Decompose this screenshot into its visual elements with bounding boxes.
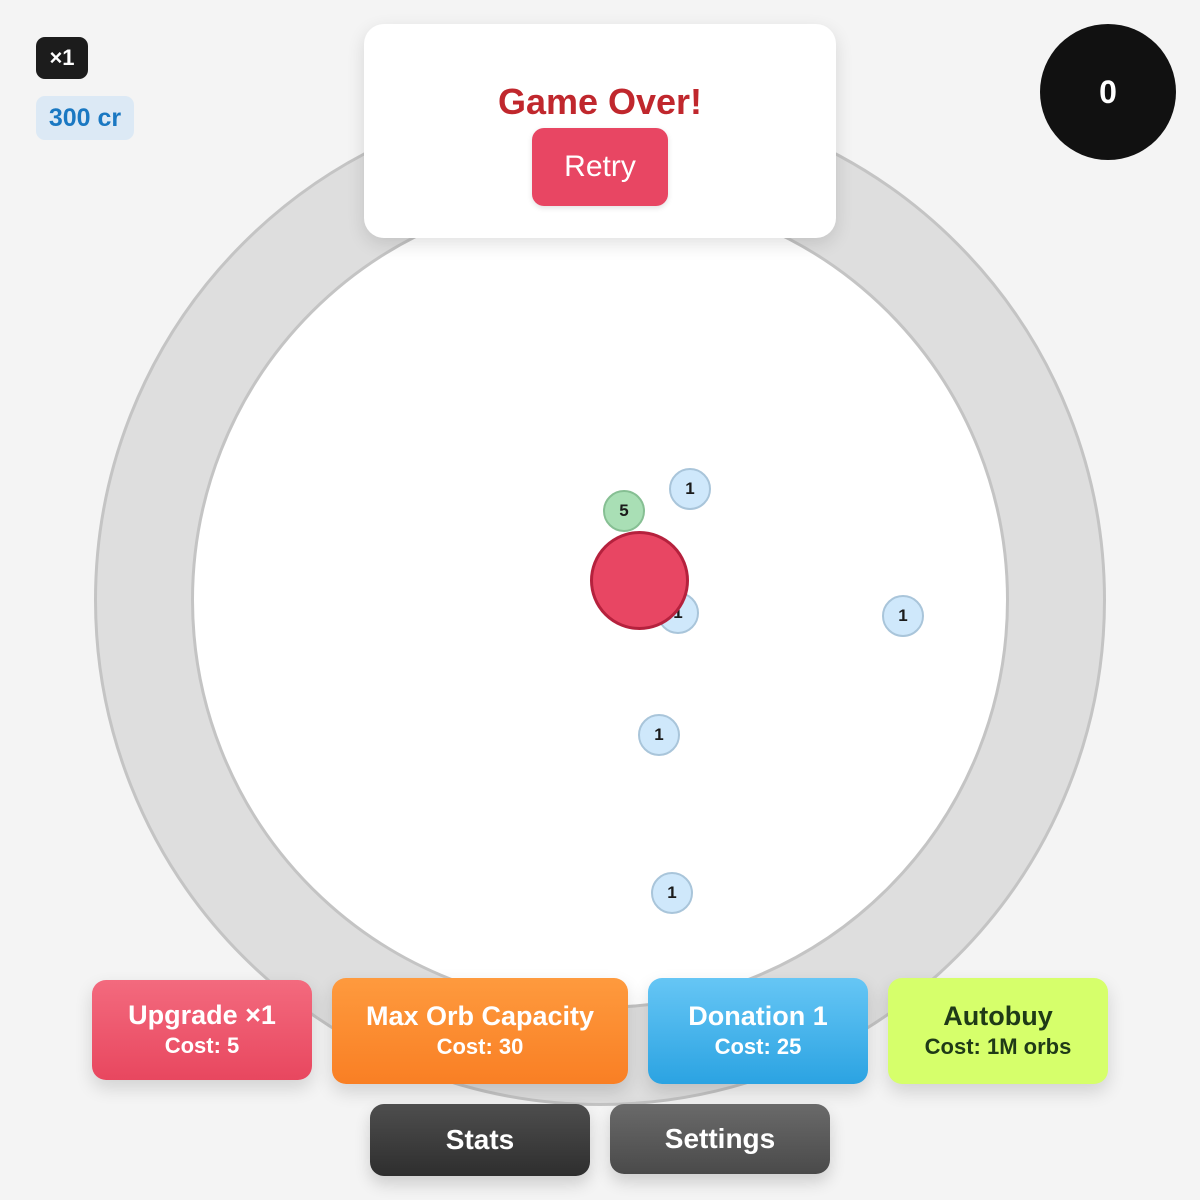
upgrade-button[interactable]: Upgrade ×1 Cost: 5 bbox=[92, 980, 312, 1080]
retry-button[interactable]: Retry bbox=[532, 128, 668, 206]
donation-title: Donation 1 bbox=[688, 1001, 828, 1031]
game-over-panel: Game Over! Retry bbox=[364, 24, 836, 238]
stats-button[interactable]: Stats bbox=[370, 1104, 590, 1176]
autobuy-title: Autobuy bbox=[943, 1001, 1053, 1031]
settings-button[interactable]: Settings bbox=[610, 1104, 830, 1174]
score-display: 0 bbox=[1040, 24, 1176, 160]
player-orb[interactable] bbox=[590, 531, 689, 630]
capacity-cost: Cost: 30 bbox=[436, 1034, 524, 1059]
orb[interactable]: 1 bbox=[638, 714, 680, 756]
upgrade-cost: Cost: 5 bbox=[164, 1033, 240, 1058]
upgrade-title: Upgrade ×1 bbox=[128, 1000, 276, 1030]
orb[interactable]: 5 bbox=[603, 490, 645, 532]
donation-cost: Cost: 25 bbox=[714, 1034, 802, 1059]
autobuy-button[interactable]: Autobuy Cost: 1M orbs bbox=[888, 978, 1108, 1084]
orb[interactable]: 1 bbox=[669, 468, 711, 510]
orb[interactable]: 1 bbox=[882, 595, 924, 637]
game-over-title: Game Over! bbox=[497, 81, 703, 122]
donation-button[interactable]: Donation 1 Cost: 25 bbox=[648, 978, 868, 1084]
game-stage: ×1 300 cr 0 5 1 1 1 1 1 Game Over! Retry… bbox=[0, 0, 1200, 1200]
multiplier-badge: ×1 bbox=[36, 37, 88, 79]
capacity-title: Max Orb Capacity bbox=[365, 1001, 595, 1031]
orb[interactable]: 1 bbox=[651, 872, 693, 914]
max-orb-capacity-button[interactable]: Max Orb Capacity Cost: 30 bbox=[332, 978, 628, 1084]
credits-badge: 300 cr bbox=[36, 96, 134, 140]
autobuy-cost: Cost: 1M orbs bbox=[924, 1034, 1072, 1059]
